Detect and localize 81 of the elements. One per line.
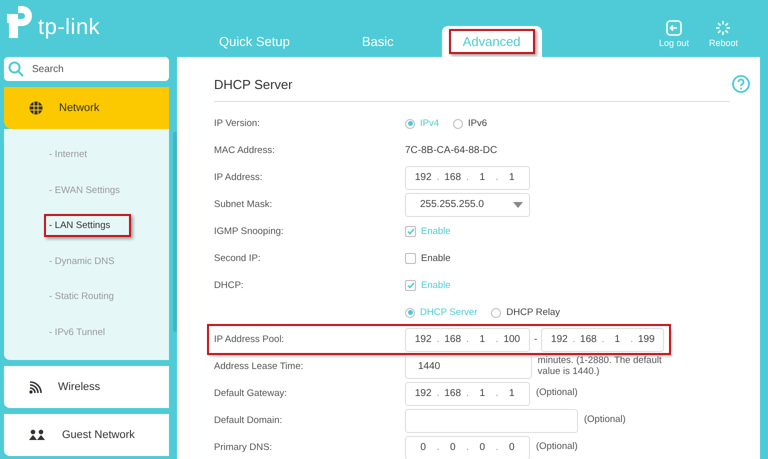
ip-field[interactable]: 0 . 0 . 0 . 0 [405, 436, 530, 459]
octet-separator: . [496, 388, 498, 399]
octet-value[interactable]: 168 [444, 334, 462, 345]
octet-separator: . [496, 172, 498, 183]
help-icon[interactable] [732, 75, 750, 93]
octet-value[interactable]: 0 [473, 442, 492, 453]
ip-field[interactable]: 192 . 168 . 1 . 100 [405, 328, 530, 352]
octet-separator: . [436, 388, 440, 399]
octet-separator: . [630, 334, 634, 345]
field-note: (Optional) [536, 388, 578, 399]
radio-option[interactable]: DHCP Relay [491, 307, 560, 318]
octet-separator: . [601, 334, 604, 345]
sidebar-item[interactable]: Network [4, 87, 169, 129]
octet-value[interactable]: 168 [444, 172, 462, 183]
search-bar[interactable]: Search [4, 57, 169, 81]
octet-value[interactable]: 192 [414, 388, 432, 399]
caret-icon [513, 202, 523, 208]
search-icon [8, 61, 24, 77]
octet-separator: . [466, 442, 469, 453]
octet-value[interactable]: 199 [637, 334, 656, 345]
ip-field[interactable]: 192 . 168 . 1 . 199 [541, 328, 664, 352]
field-label: IGMP Snooping: [214, 226, 285, 237]
people-icon [29, 429, 46, 441]
field-label: MAC Address: [214, 145, 276, 156]
check-icon [406, 228, 414, 235]
octet-separator: . [466, 172, 469, 183]
octet-separator: . [466, 334, 469, 345]
octet-value[interactable]: 0 [414, 442, 432, 453]
octet-value[interactable]: 192 [414, 172, 432, 183]
octet-value[interactable]: 100 [502, 334, 521, 345]
input-field[interactable] [405, 408, 578, 432]
octet-value[interactable]: 0 [502, 442, 521, 453]
octet-value[interactable]: 1 [608, 334, 626, 345]
sidebar-item[interactable]: Wireless [4, 366, 169, 408]
reboot-icon[interactable] [715, 20, 732, 36]
wifi-icon [29, 380, 42, 394]
field-note: (Optional) [536, 442, 578, 453]
octet-value[interactable]: 0 [444, 442, 462, 453]
octet-value[interactable]: 1 [473, 388, 492, 399]
submenu-item[interactable]: - LAN Settings [44, 214, 132, 238]
ip-field[interactable]: 192 . 168 . 1 . 1 [405, 382, 530, 406]
radio-option[interactable]: IPv6 [453, 118, 488, 129]
octet-value[interactable]: 168 [444, 388, 462, 399]
field-note: minutes. (1-2880. The default value is 1440.) [538, 356, 663, 378]
field-label: Second IP: [214, 253, 262, 264]
check-icon [406, 282, 414, 289]
field-label: Default Gateway: [214, 388, 288, 399]
octet-value[interactable]: 1 [502, 172, 521, 183]
octet-value[interactable]: 192 [414, 334, 432, 345]
octet-value[interactable]: 168 [579, 334, 598, 345]
logout-icon[interactable] [666, 20, 682, 36]
globe-icon [29, 101, 43, 115]
ip-field[interactable]: 192 . 168 . 1 . 1 [405, 166, 530, 190]
octet-separator: . [496, 442, 498, 453]
octet-value[interactable]: 1 [473, 172, 492, 183]
section-title: DHCP Server [214, 71, 730, 102]
octet-separator: . [436, 442, 440, 453]
field-value: 7C-8B-CA-64-88-DC [405, 145, 498, 156]
field-label: IP Address: [214, 172, 264, 183]
octet-value[interactable]: 192 [550, 334, 568, 345]
octet-separator: . [572, 334, 576, 345]
field-label: DHCP: [214, 280, 245, 291]
field-label: Address Lease Time: [214, 361, 304, 372]
input-field[interactable]: 1440 [405, 354, 532, 378]
range-dash: - [534, 334, 538, 345]
field-label: IP Address Pool: [214, 334, 286, 345]
octet-separator: . [436, 334, 440, 345]
brand-name: tp-link [38, 14, 100, 40]
field-label: Subnet Mask: [214, 199, 274, 210]
octet-separator: . [436, 172, 440, 183]
octet-separator: . [496, 334, 498, 345]
field-label: IP Version: [214, 118, 261, 129]
octet-separator: . [466, 388, 469, 399]
sidebar-item[interactable]: Guest Network [4, 414, 169, 456]
checkbox[interactable]: Enable [405, 253, 451, 264]
field-label: Primary DNS: [214, 442, 274, 453]
field-label: Default Domain: [214, 415, 284, 426]
octet-value[interactable]: 1 [473, 334, 492, 345]
field-note: (Optional) [584, 415, 626, 426]
octet-value[interactable]: 1 [502, 388, 521, 399]
select-field[interactable]: 255.255.255.0 [405, 192, 530, 216]
